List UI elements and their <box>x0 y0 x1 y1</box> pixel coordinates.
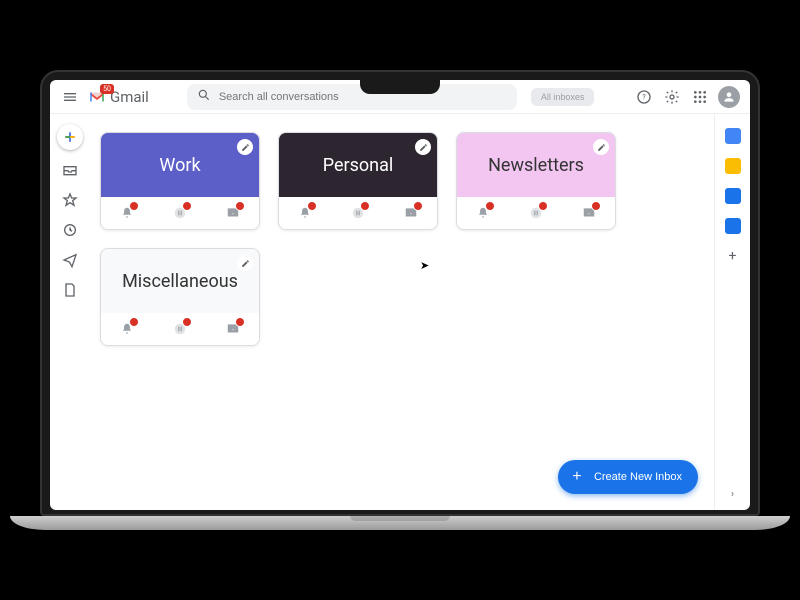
paused-icon[interactable] <box>349 204 367 222</box>
paused-icon[interactable] <box>171 204 189 222</box>
gmail-logo[interactable]: 50 Gmail <box>88 88 149 106</box>
create-new-inbox-button[interactable]: + Create New Inbox <box>558 460 698 494</box>
card-header: Miscellaneous <box>101 249 259 313</box>
inbox-icon[interactable] <box>60 160 80 180</box>
support-icon[interactable]: ? <box>634 87 654 107</box>
laptop-base <box>10 516 790 530</box>
settings-gear-icon[interactable] <box>662 87 682 107</box>
contacts-app-icon[interactable] <box>725 218 741 234</box>
card-header: Personal <box>279 133 437 197</box>
paused-icon[interactable] <box>527 204 545 222</box>
add-app-icon[interactable]: + <box>729 248 737 264</box>
card-header: Work <box>101 133 259 197</box>
search-icon <box>197 88 211 106</box>
inbox-tray-icon[interactable] <box>224 320 242 338</box>
search-input[interactable] <box>219 91 507 103</box>
tasks-app-icon[interactable] <box>725 188 741 204</box>
badge-dot <box>538 201 548 211</box>
screen: 50 Gmail All inboxes ? <box>50 80 750 510</box>
badge-dot <box>485 201 495 211</box>
card-footer <box>457 197 615 229</box>
inbox-card-personal[interactable]: Personal <box>278 132 438 230</box>
badge-dot <box>182 201 192 211</box>
fab-label: Create New Inbox <box>594 471 682 483</box>
snoozed-icon[interactable] <box>60 220 80 240</box>
card-title: Miscellaneous <box>122 271 238 292</box>
inbox-tray-icon[interactable] <box>224 204 242 222</box>
drafts-icon[interactable] <box>60 280 80 300</box>
edit-card-icon[interactable] <box>237 255 253 271</box>
badge-dot <box>129 201 139 211</box>
card-title: Personal <box>323 155 394 176</box>
edit-card-icon[interactable] <box>237 139 253 155</box>
account-avatar[interactable] <box>718 86 740 108</box>
inbox-tray-icon[interactable] <box>402 204 420 222</box>
notifications-icon[interactable] <box>118 204 136 222</box>
edit-card-icon[interactable] <box>415 139 431 155</box>
screen-bezel: 50 Gmail All inboxes ? <box>40 70 760 516</box>
badge-dot <box>307 201 317 211</box>
inbox-card-newsletters[interactable]: Newsletters <box>456 132 616 230</box>
laptop-frame: 50 Gmail All inboxes ? <box>40 70 760 530</box>
collapse-panel-icon[interactable]: › <box>731 489 734 500</box>
badge-dot <box>591 201 601 211</box>
badge-dot <box>182 317 192 327</box>
gmail-m-icon: 50 <box>88 90 106 104</box>
starred-icon[interactable] <box>60 190 80 210</box>
card-footer <box>101 313 259 345</box>
inbox-tray-icon[interactable] <box>580 204 598 222</box>
main-menu-icon[interactable] <box>60 87 80 107</box>
left-nav-rail <box>50 114 90 510</box>
notifications-icon[interactable] <box>118 320 136 338</box>
keep-app-icon[interactable] <box>725 158 741 174</box>
card-header: Newsletters <box>457 133 615 197</box>
inbox-cards-grid: Work Personal Newsletters Miscellaneous <box>100 132 704 346</box>
inbox-card-work[interactable]: Work <box>100 132 260 230</box>
unread-badge: 50 <box>100 84 114 94</box>
sent-icon[interactable] <box>60 250 80 270</box>
card-title: Work <box>159 155 200 176</box>
badge-dot <box>360 201 370 211</box>
card-title: Newsletters <box>488 155 584 176</box>
edit-card-icon[interactable] <box>593 139 609 155</box>
badge-dot <box>129 317 139 327</box>
right-side-panel: + › <box>714 114 750 510</box>
plus-icon: + <box>568 468 586 486</box>
badge-dot <box>235 317 245 327</box>
badge-dot <box>413 201 423 211</box>
gmail-body: WorkPersonalNewslettersMiscellaneous ➤ +… <box>50 114 750 510</box>
compose-button[interactable] <box>57 124 83 150</box>
header-right: ? <box>634 86 740 108</box>
badge-dot <box>235 201 245 211</box>
paused-icon[interactable] <box>171 320 189 338</box>
laptop-notch <box>360 80 440 94</box>
card-footer <box>101 197 259 229</box>
notifications-icon[interactable] <box>296 204 314 222</box>
search-bar[interactable] <box>187 84 517 110</box>
inbox-card-miscellaneous[interactable]: Miscellaneous <box>100 248 260 346</box>
apps-grid-icon[interactable] <box>690 87 710 107</box>
app-name: Gmail <box>110 88 149 106</box>
all-inboxes-filter[interactable]: All inboxes <box>531 88 595 106</box>
main-content: WorkPersonalNewslettersMiscellaneous ➤ +… <box>90 114 714 510</box>
svg-text:?: ? <box>642 92 646 101</box>
notifications-icon[interactable] <box>474 204 492 222</box>
card-footer <box>279 197 437 229</box>
calendar-app-icon[interactable] <box>725 128 741 144</box>
